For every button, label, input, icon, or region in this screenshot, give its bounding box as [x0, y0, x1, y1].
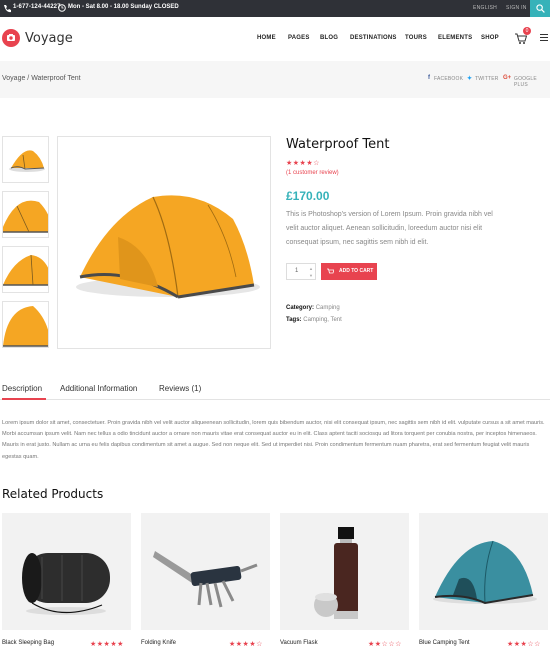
add-to-cart-button[interactable]: ADD TO CART	[321, 263, 377, 280]
product-long-description: Lorem ipsum dolor sit amet, consectetuer…	[2, 420, 545, 460]
logo-text[interactable]: Voyage	[25, 31, 73, 46]
breadcrumb-bar: Voyage / Waterproof Tent f FACEBOOK ✦ TW…	[0, 61, 550, 98]
tab-reviews[interactable]: Reviews (1)	[159, 384, 201, 393]
nav-tours[interactable]: TOURS	[405, 35, 427, 41]
hamburger-menu-icon[interactable]	[540, 34, 548, 41]
tab-additional-information[interactable]: Additional Information	[60, 384, 137, 393]
related-product-stars: ★★★★★	[90, 641, 124, 648]
related-product-name[interactable]: Black Sleeping Bag	[2, 640, 54, 646]
nav-shop[interactable]: SHOP	[481, 35, 499, 41]
active-tab-indicator	[2, 398, 46, 400]
thumbnail-1[interactable]	[2, 136, 49, 183]
related-product-stars: ★★★★☆	[229, 641, 263, 648]
category-label: Category:	[286, 305, 315, 311]
logo-icon[interactable]	[2, 29, 20, 47]
customer-review-link[interactable]: (1 customer review)	[286, 170, 339, 176]
category-value[interactable]: Camping	[316, 305, 340, 311]
related-product-name[interactable]: Vacuum Flask	[280, 640, 318, 646]
search-button[interactable]	[530, 0, 550, 17]
related-product-name[interactable]: Folding Knife	[141, 640, 176, 646]
thumbnail-3[interactable]	[2, 246, 49, 293]
thumbnail-4[interactable]	[2, 301, 49, 348]
tab-description[interactable]: Description	[2, 384, 42, 393]
product-card-folding-knife[interactable]	[141, 513, 270, 630]
twitter-icon[interactable]: ✦	[467, 75, 472, 82]
product-rating-stars: ★★★★☆	[286, 160, 320, 167]
search-icon	[536, 4, 545, 13]
share-facebook[interactable]: FACEBOOK	[434, 76, 463, 82]
quantity-value: 1	[295, 268, 299, 274]
tags-value[interactable]: Camping, Tent	[303, 317, 342, 323]
language-selector[interactable]: ENGLISH	[473, 5, 497, 11]
google-plus-icon[interactable]: G+	[503, 75, 511, 81]
product-tabs: Description Additional Information Revie…	[0, 376, 550, 400]
nav-pages[interactable]: PAGES	[288, 35, 310, 41]
quantity-down-icon[interactable]: ▼	[309, 273, 313, 278]
product-short-description: This is Photoshop's version of Lorem Ips…	[286, 211, 493, 246]
related-products-heading: Related Products	[2, 487, 104, 501]
clock-icon	[58, 4, 66, 12]
quantity-up-icon[interactable]: ▲	[309, 266, 313, 271]
product-card-sleeping-bag[interactable]	[2, 513, 131, 630]
phone-icon	[4, 5, 11, 13]
breadcrumb[interactable]: Voyage / Waterproof Tent	[2, 75, 81, 82]
main-product-image[interactable]	[57, 136, 271, 349]
product-card-blue-camping-tent[interactable]	[419, 513, 548, 630]
share-google-plus[interactable]: GOOGLE PLUS	[514, 76, 550, 88]
related-product-stars: ★★★☆☆	[507, 641, 541, 648]
quantity-stepper[interactable]: 1 ▲ ▼	[286, 263, 316, 280]
tags-label: Tags:	[286, 317, 302, 323]
related-product-stars: ★★☆☆☆	[368, 641, 402, 648]
product-title: Waterproof Tent	[286, 137, 390, 152]
related-product-name[interactable]: Blue Camping Tent	[419, 640, 470, 646]
add-to-cart-label: ADD TO CART	[339, 268, 374, 274]
cart-icon	[327, 268, 334, 274]
nav-destinations[interactable]: DESTINATIONS	[350, 35, 397, 41]
product-tags: Tags: Camping, Tent	[286, 317, 342, 323]
top-bar: 1-677-124-44227 Mon - Sat 8.00 - 18.00 S…	[0, 0, 550, 17]
nav-blog[interactable]: BLOG	[320, 35, 338, 41]
thumbnail-2[interactable]	[2, 191, 49, 238]
opening-hours: Mon - Sat 8.00 - 18.00 Sunday CLOSED	[68, 4, 179, 10]
nav-home[interactable]: HOME	[257, 35, 276, 41]
site-header: Voyage HOME PAGES BLOG DESTINATIONS TOUR…	[0, 17, 550, 61]
product-category: Category: Camping	[286, 305, 340, 311]
phone-number: 1-677-124-44227	[13, 4, 61, 10]
facebook-icon[interactable]: f	[428, 75, 430, 81]
share-twitter[interactable]: TWITTER	[475, 76, 499, 82]
product-card-vacuum-flask[interactable]	[280, 513, 409, 630]
sign-in-link[interactable]: SIGN IN	[506, 5, 527, 11]
product-price: £170.00	[286, 189, 330, 203]
nav-elements[interactable]: ELEMENTS	[438, 35, 472, 41]
cart-count-badge: 0	[523, 27, 531, 35]
